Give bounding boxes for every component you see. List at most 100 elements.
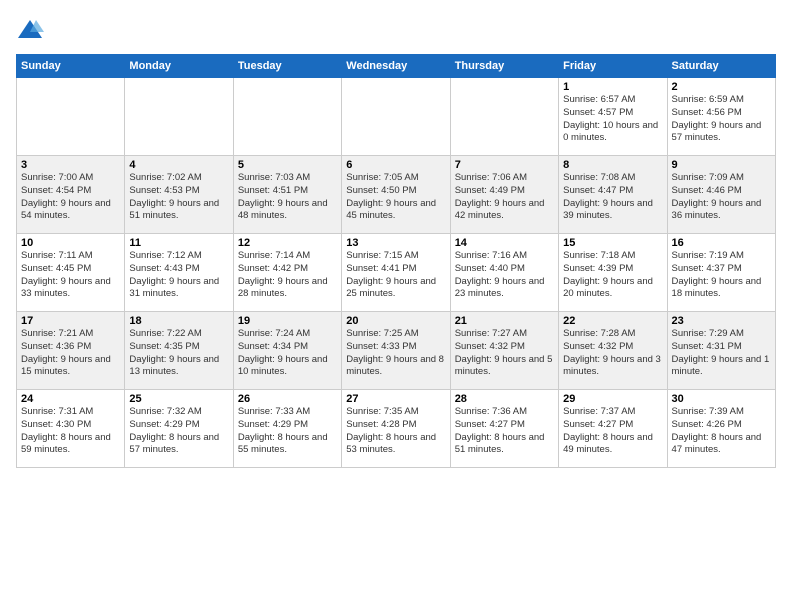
calendar-cell: 11Sunrise: 7:12 AM Sunset: 4:43 PM Dayli…	[125, 234, 233, 312]
calendar-cell: 30Sunrise: 7:39 AM Sunset: 4:26 PM Dayli…	[667, 390, 775, 468]
calendar-week-row: 1Sunrise: 6:57 AM Sunset: 4:57 PM Daylig…	[17, 78, 776, 156]
day-info: Sunrise: 7:37 AM Sunset: 4:27 PM Dayligh…	[563, 406, 662, 457]
calendar-cell: 9Sunrise: 7:09 AM Sunset: 4:46 PM Daylig…	[667, 156, 775, 234]
day-info: Sunrise: 7:31 AM Sunset: 4:30 PM Dayligh…	[21, 406, 120, 457]
day-number: 16	[672, 237, 771, 249]
day-number: 21	[455, 315, 554, 327]
calendar-cell: 2Sunrise: 6:59 AM Sunset: 4:56 PM Daylig…	[667, 78, 775, 156]
day-number: 5	[238, 159, 337, 171]
day-number: 15	[563, 237, 662, 249]
header	[16, 16, 776, 44]
day-info: Sunrise: 7:02 AM Sunset: 4:53 PM Dayligh…	[129, 172, 228, 223]
day-number: 17	[21, 315, 120, 327]
day-number: 23	[672, 315, 771, 327]
day-number: 8	[563, 159, 662, 171]
calendar-cell: 3Sunrise: 7:00 AM Sunset: 4:54 PM Daylig…	[17, 156, 125, 234]
calendar-week-row: 24Sunrise: 7:31 AM Sunset: 4:30 PM Dayli…	[17, 390, 776, 468]
calendar-cell: 19Sunrise: 7:24 AM Sunset: 4:34 PM Dayli…	[233, 312, 341, 390]
calendar-cell	[450, 78, 558, 156]
calendar-cell: 27Sunrise: 7:35 AM Sunset: 4:28 PM Dayli…	[342, 390, 450, 468]
calendar-cell: 22Sunrise: 7:28 AM Sunset: 4:32 PM Dayli…	[559, 312, 667, 390]
day-number: 25	[129, 393, 228, 405]
calendar-week-row: 3Sunrise: 7:00 AM Sunset: 4:54 PM Daylig…	[17, 156, 776, 234]
day-number: 9	[672, 159, 771, 171]
calendar-cell: 20Sunrise: 7:25 AM Sunset: 4:33 PM Dayli…	[342, 312, 450, 390]
calendar-cell	[233, 78, 341, 156]
calendar-header-row: SundayMondayTuesdayWednesdayThursdayFrid…	[17, 55, 776, 78]
calendar-week-row: 17Sunrise: 7:21 AM Sunset: 4:36 PM Dayli…	[17, 312, 776, 390]
day-info: Sunrise: 7:24 AM Sunset: 4:34 PM Dayligh…	[238, 328, 337, 379]
calendar-cell: 15Sunrise: 7:18 AM Sunset: 4:39 PM Dayli…	[559, 234, 667, 312]
day-info: Sunrise: 7:08 AM Sunset: 4:47 PM Dayligh…	[563, 172, 662, 223]
day-info: Sunrise: 7:05 AM Sunset: 4:50 PM Dayligh…	[346, 172, 445, 223]
day-number: 20	[346, 315, 445, 327]
calendar-cell: 5Sunrise: 7:03 AM Sunset: 4:51 PM Daylig…	[233, 156, 341, 234]
calendar: SundayMondayTuesdayWednesdayThursdayFrid…	[16, 54, 776, 468]
day-number: 10	[21, 237, 120, 249]
day-info: Sunrise: 7:27 AM Sunset: 4:32 PM Dayligh…	[455, 328, 554, 379]
day-number: 29	[563, 393, 662, 405]
weekday-header: Thursday	[450, 55, 558, 78]
day-number: 12	[238, 237, 337, 249]
day-number: 11	[129, 237, 228, 249]
day-info: Sunrise: 7:18 AM Sunset: 4:39 PM Dayligh…	[563, 250, 662, 301]
calendar-cell: 21Sunrise: 7:27 AM Sunset: 4:32 PM Dayli…	[450, 312, 558, 390]
weekday-header: Friday	[559, 55, 667, 78]
day-info: Sunrise: 6:59 AM Sunset: 4:56 PM Dayligh…	[672, 94, 771, 145]
day-number: 6	[346, 159, 445, 171]
logo-icon	[16, 16, 44, 44]
day-info: Sunrise: 7:36 AM Sunset: 4:27 PM Dayligh…	[455, 406, 554, 457]
day-number: 13	[346, 237, 445, 249]
day-number: 14	[455, 237, 554, 249]
day-number: 24	[21, 393, 120, 405]
calendar-cell: 28Sunrise: 7:36 AM Sunset: 4:27 PM Dayli…	[450, 390, 558, 468]
calendar-cell: 14Sunrise: 7:16 AM Sunset: 4:40 PM Dayli…	[450, 234, 558, 312]
day-info: Sunrise: 7:09 AM Sunset: 4:46 PM Dayligh…	[672, 172, 771, 223]
calendar-cell: 16Sunrise: 7:19 AM Sunset: 4:37 PM Dayli…	[667, 234, 775, 312]
day-number: 27	[346, 393, 445, 405]
day-info: Sunrise: 7:35 AM Sunset: 4:28 PM Dayligh…	[346, 406, 445, 457]
calendar-cell: 7Sunrise: 7:06 AM Sunset: 4:49 PM Daylig…	[450, 156, 558, 234]
day-info: Sunrise: 7:19 AM Sunset: 4:37 PM Dayligh…	[672, 250, 771, 301]
logo	[16, 16, 46, 44]
day-info: Sunrise: 7:06 AM Sunset: 4:49 PM Dayligh…	[455, 172, 554, 223]
weekday-header: Sunday	[17, 55, 125, 78]
day-number: 7	[455, 159, 554, 171]
calendar-cell: 8Sunrise: 7:08 AM Sunset: 4:47 PM Daylig…	[559, 156, 667, 234]
day-number: 19	[238, 315, 337, 327]
calendar-cell	[342, 78, 450, 156]
day-number: 1	[563, 81, 662, 93]
weekday-header: Wednesday	[342, 55, 450, 78]
calendar-cell: 1Sunrise: 6:57 AM Sunset: 4:57 PM Daylig…	[559, 78, 667, 156]
day-number: 18	[129, 315, 228, 327]
calendar-cell: 26Sunrise: 7:33 AM Sunset: 4:29 PM Dayli…	[233, 390, 341, 468]
day-number: 3	[21, 159, 120, 171]
page: SundayMondayTuesdayWednesdayThursdayFrid…	[0, 0, 792, 612]
day-info: Sunrise: 7:21 AM Sunset: 4:36 PM Dayligh…	[21, 328, 120, 379]
day-info: Sunrise: 7:16 AM Sunset: 4:40 PM Dayligh…	[455, 250, 554, 301]
weekday-header: Monday	[125, 55, 233, 78]
day-info: Sunrise: 7:39 AM Sunset: 4:26 PM Dayligh…	[672, 406, 771, 457]
day-info: Sunrise: 7:03 AM Sunset: 4:51 PM Dayligh…	[238, 172, 337, 223]
day-info: Sunrise: 6:57 AM Sunset: 4:57 PM Dayligh…	[563, 94, 662, 145]
calendar-cell: 18Sunrise: 7:22 AM Sunset: 4:35 PM Dayli…	[125, 312, 233, 390]
day-info: Sunrise: 7:22 AM Sunset: 4:35 PM Dayligh…	[129, 328, 228, 379]
calendar-cell	[125, 78, 233, 156]
day-info: Sunrise: 7:28 AM Sunset: 4:32 PM Dayligh…	[563, 328, 662, 379]
calendar-cell: 17Sunrise: 7:21 AM Sunset: 4:36 PM Dayli…	[17, 312, 125, 390]
weekday-header: Saturday	[667, 55, 775, 78]
day-info: Sunrise: 7:25 AM Sunset: 4:33 PM Dayligh…	[346, 328, 445, 379]
day-info: Sunrise: 7:14 AM Sunset: 4:42 PM Dayligh…	[238, 250, 337, 301]
day-info: Sunrise: 7:12 AM Sunset: 4:43 PM Dayligh…	[129, 250, 228, 301]
calendar-week-row: 10Sunrise: 7:11 AM Sunset: 4:45 PM Dayli…	[17, 234, 776, 312]
calendar-cell: 6Sunrise: 7:05 AM Sunset: 4:50 PM Daylig…	[342, 156, 450, 234]
day-number: 4	[129, 159, 228, 171]
day-number: 28	[455, 393, 554, 405]
day-number: 26	[238, 393, 337, 405]
calendar-cell: 12Sunrise: 7:14 AM Sunset: 4:42 PM Dayli…	[233, 234, 341, 312]
day-info: Sunrise: 7:15 AM Sunset: 4:41 PM Dayligh…	[346, 250, 445, 301]
day-number: 2	[672, 81, 771, 93]
calendar-cell: 23Sunrise: 7:29 AM Sunset: 4:31 PM Dayli…	[667, 312, 775, 390]
day-info: Sunrise: 7:32 AM Sunset: 4:29 PM Dayligh…	[129, 406, 228, 457]
day-info: Sunrise: 7:11 AM Sunset: 4:45 PM Dayligh…	[21, 250, 120, 301]
